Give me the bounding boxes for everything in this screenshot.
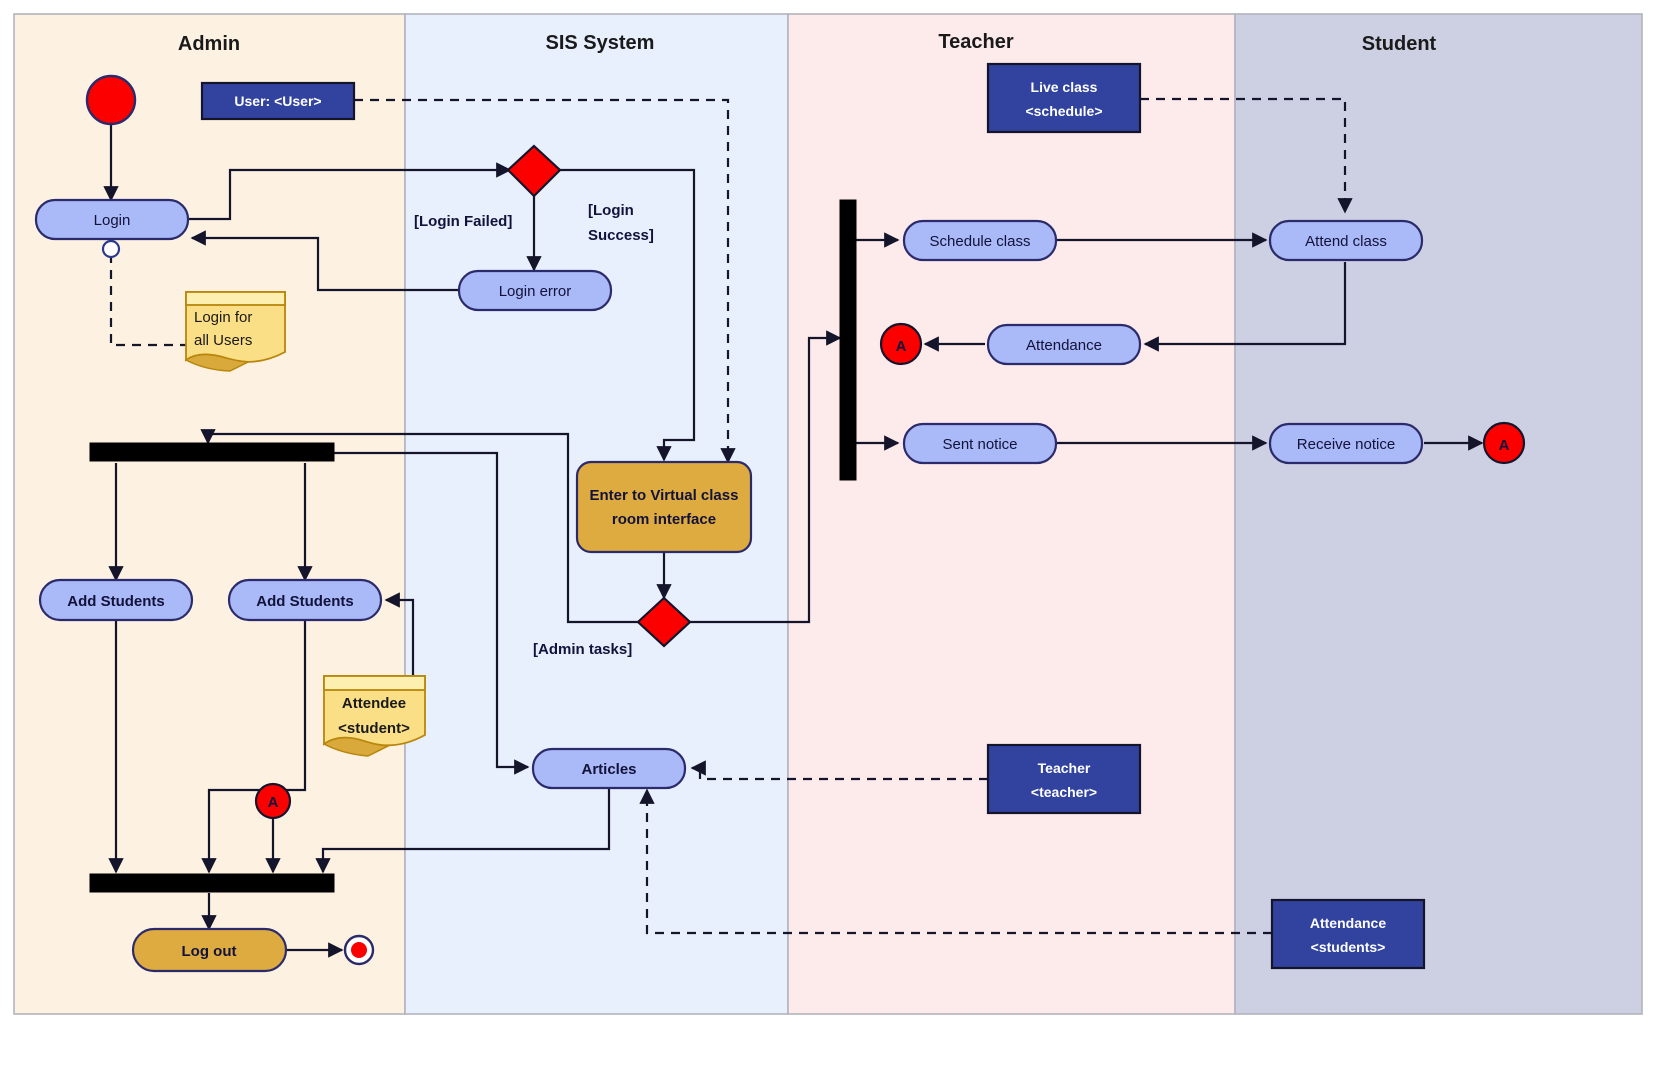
fork-bar-admin — [89, 442, 335, 462]
activity-login-error-label: Login error — [499, 283, 572, 300]
activity-diagram-canvas: Admin SIS System Teacher Student Login U… — [0, 0, 1656, 1068]
activity-add-students-left[interactable]: Add Students — [38, 578, 194, 622]
object-attendance-line1: Attendance — [1310, 915, 1386, 931]
activity-add-students-right-label: Add Students — [256, 593, 354, 610]
lane-title-sis: SIS System — [546, 32, 655, 54]
object-teacher-line1: Teacher — [1038, 760, 1091, 776]
guard-login-success-line1: [Login — [588, 202, 634, 219]
activity-attendance-label: Attendance — [1026, 337, 1102, 354]
fork-bar-teacher — [839, 199, 857, 481]
connector-a-admin: A — [254, 782, 292, 820]
activity-log-out[interactable]: Log out — [131, 927, 288, 973]
activity-attendance[interactable]: Attendance — [986, 323, 1142, 366]
guard-admin-tasks: [Admin tasks] — [533, 641, 632, 658]
object-live-class-line2: <schedule> — [1025, 103, 1102, 119]
guard-login-failed: [Login Failed] — [414, 213, 512, 230]
activity-virtual-classroom-line1: Enter to Virtual class — [590, 487, 739, 504]
connector-a-student-label: A — [1499, 437, 1510, 454]
object-teacher: Teacher <teacher> — [986, 743, 1142, 815]
lane-student-bg — [1234, 13, 1643, 1015]
activity-attend-class-label: Attend class — [1305, 233, 1387, 250]
object-teacher-line2: <teacher> — [1031, 784, 1097, 800]
connector-a-student: A — [1482, 421, 1526, 465]
object-live-class: Live class <schedule> — [986, 62, 1142, 134]
connector-a-admin-label: A — [268, 794, 279, 811]
activity-sent-notice-label: Sent notice — [942, 436, 1017, 453]
lane-title-student: Student — [1362, 33, 1437, 55]
note-login-line2: all Users — [194, 332, 252, 349]
lane-title-admin: Admin — [178, 33, 240, 55]
activity-virtual-classroom[interactable]: Enter to Virtual class room interface — [575, 460, 753, 554]
initial-node — [85, 74, 137, 126]
activity-log-out-label: Log out — [182, 943, 237, 960]
lane-title-teacher: Teacher — [938, 31, 1013, 53]
activity-schedule-class-label: Schedule class — [930, 233, 1031, 250]
object-attendance-line2: <students> — [1311, 939, 1386, 955]
object-user: User: <User> — [200, 81, 356, 121]
activity-login-error[interactable]: Login error — [457, 269, 613, 312]
note-login-line1: Login for — [194, 309, 252, 326]
guard-login-success-line2: Success] — [588, 227, 654, 244]
object-user-label: User: <User> — [234, 93, 321, 109]
join-bar-admin — [89, 873, 335, 893]
activity-articles-label: Articles — [581, 761, 636, 778]
activity-receive-notice[interactable]: Receive notice — [1268, 422, 1424, 465]
final-node — [343, 934, 375, 966]
activity-schedule-class[interactable]: Schedule class — [902, 219, 1058, 262]
object-attendance: Attendance <students> — [1270, 898, 1426, 970]
note-attendee-line2: <student> — [338, 720, 410, 737]
activity-add-students-right[interactable]: Add Students — [227, 578, 383, 622]
diagram-svg: Admin SIS System Teacher Student Login U… — [13, 13, 1643, 1015]
swimlanes — [13, 13, 1643, 1015]
activity-attend-class[interactable]: Attend class — [1268, 219, 1424, 262]
note-attendee-line1: Attendee — [342, 695, 406, 712]
activity-virtual-classroom-line2: room interface — [612, 511, 716, 528]
login-output-pin — [101, 239, 121, 259]
activity-login-label: Login — [94, 212, 131, 229]
connector-a-teacher: A — [879, 322, 923, 366]
activity-add-students-left-label: Add Students — [67, 593, 165, 610]
lane-teacher-bg — [787, 13, 1236, 1015]
activity-receive-notice-label: Receive notice — [1297, 436, 1395, 453]
note-login: Login for all Users — [184, 291, 286, 372]
connector-a-teacher-label: A — [896, 338, 907, 355]
activity-articles[interactable]: Articles — [531, 747, 687, 790]
activity-login[interactable]: Login — [34, 198, 190, 241]
object-live-class-line1: Live class — [1031, 79, 1098, 95]
activity-sent-notice[interactable]: Sent notice — [902, 422, 1058, 465]
